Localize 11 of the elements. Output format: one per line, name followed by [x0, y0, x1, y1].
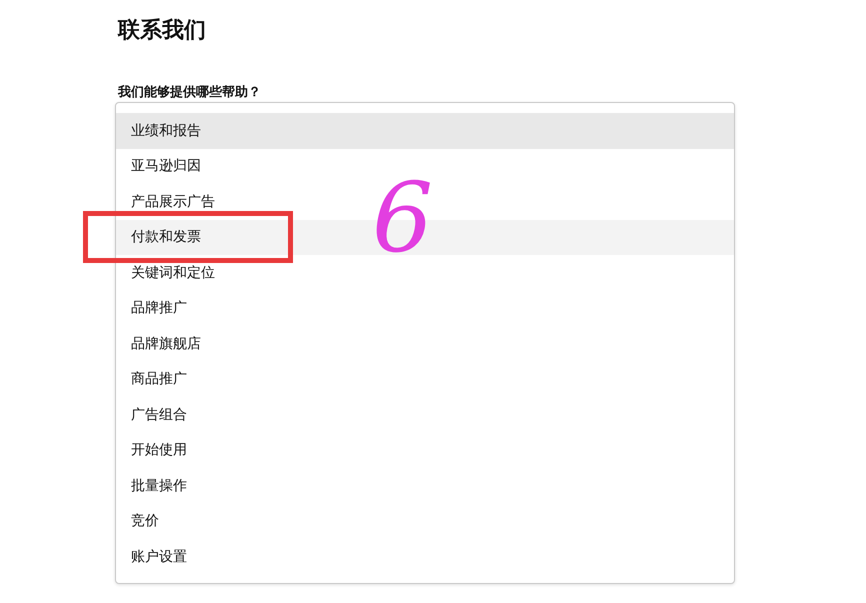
dropdown-option[interactable]: 账户设置	[116, 539, 734, 574]
dropdown-option[interactable]: 开始使用	[116, 432, 734, 468]
dropdown-option[interactable]: 品牌推广	[116, 290, 734, 326]
dropdown-option[interactable]: 批量操作	[116, 468, 734, 504]
dropdown-option[interactable]: 品牌旗舰店	[116, 326, 734, 362]
question-label: 我们能够提供哪些帮助？	[118, 84, 262, 102]
dropdown-option[interactable]: 业绩和报告	[116, 113, 734, 148]
dropdown-option[interactable]: 广告组合	[116, 397, 734, 432]
dropdown-option[interactable]: 商品推广	[116, 362, 734, 397]
dropdown-option[interactable]: 竞价	[116, 504, 734, 539]
page-title: 联系我们	[118, 17, 207, 45]
